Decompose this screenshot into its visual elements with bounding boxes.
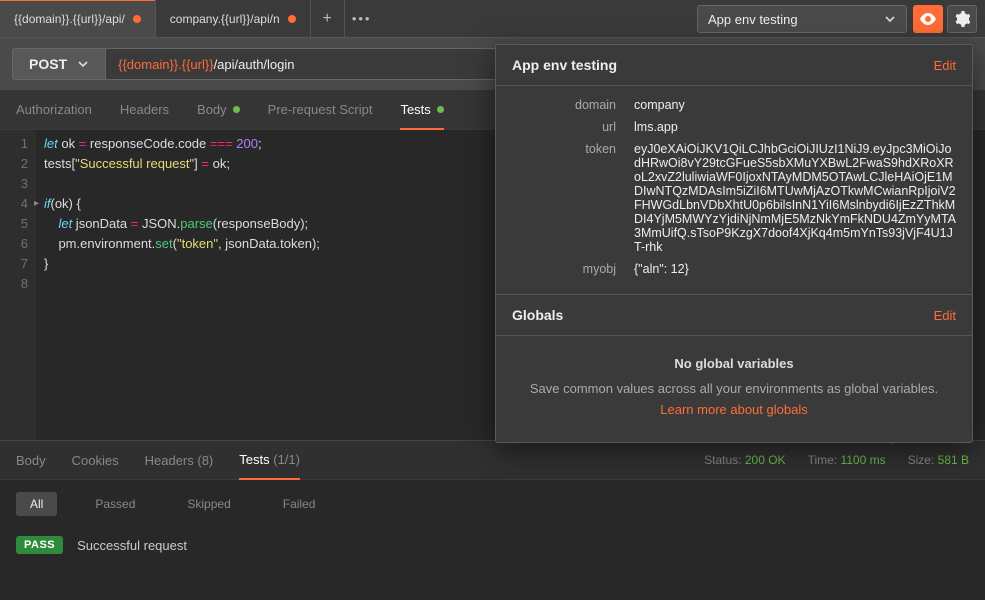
env-title: App env testing <box>512 57 617 73</box>
method-selector[interactable]: POST <box>12 48 105 80</box>
size-label: Size: <box>908 453 935 467</box>
environment-name: App env testing <box>708 12 798 27</box>
globals-section-header: Globals Edit <box>496 294 972 336</box>
url-path: /api/auth/login <box>214 57 295 72</box>
edit-globals-link[interactable]: Edit <box>934 308 956 323</box>
globals-empty-text: Save common values across all your envir… <box>530 381 938 396</box>
env-quicklook-panel: App env testing Edit domaincompany urllm… <box>495 44 973 443</box>
chevron-down-icon <box>884 13 896 25</box>
tab-headers[interactable]: Headers <box>120 91 169 128</box>
editor-content[interactable]: let ok = responseCode.code === 200; test… <box>36 130 320 440</box>
tab-title: {{domain}}.{{url}}/api/ <box>14 12 125 26</box>
unsaved-dot-icon <box>133 15 141 23</box>
status-value: 200 OK <box>745 453 786 467</box>
filter-passed[interactable]: Passed <box>81 492 149 516</box>
method-label: POST <box>29 56 67 72</box>
response-tab-headers[interactable]: Headers (8) <box>145 442 214 479</box>
pass-badge: PASS <box>16 536 63 554</box>
env-var-row: myobj{"aln": 12} <box>496 258 972 280</box>
time-value: 1100 ms <box>840 453 885 467</box>
size-value: 581 B <box>938 453 969 467</box>
response-tab-tests[interactable]: Tests (1/1) <box>239 441 300 480</box>
env-var-row: urllms.app <box>496 116 972 138</box>
request-tab-0[interactable]: {{domain}}.{{url}}/api/ <box>0 0 156 37</box>
test-result-row: PASS Successful request <box>0 528 985 562</box>
changed-dot-icon <box>437 106 444 113</box>
edit-env-link[interactable]: Edit <box>934 58 956 73</box>
tab-prerequest[interactable]: Pre-request Script <box>268 91 373 128</box>
tab-body[interactable]: Body <box>197 91 240 128</box>
gear-icon <box>954 11 970 27</box>
globals-title: Globals <box>512 307 563 323</box>
status-label: Status: <box>704 453 741 467</box>
chevron-down-icon <box>77 58 89 70</box>
new-tab-button[interactable]: + <box>311 0 345 37</box>
editor-gutter: 12345678 <box>0 130 36 440</box>
response-section-tabs: Body Cookies Headers (8) Tests (1/1) Sta… <box>0 440 985 480</box>
globals-empty-heading: No global variables <box>522 354 946 375</box>
env-var-row: domaincompany <box>496 94 972 116</box>
test-name: Successful request <box>77 538 187 553</box>
tab-authorization[interactable]: Authorization <box>16 91 92 128</box>
filter-all[interactable]: All <box>16 492 57 516</box>
tab-title: company.{{url}}/api/n <box>170 12 280 26</box>
env-variable-list: domaincompany urllms.app tokeneyJ0eXAiOi… <box>496 86 972 294</box>
response-tab-cookies[interactable]: Cookies <box>72 442 119 479</box>
fold-marker-icon[interactable]: ▸ <box>34 194 39 214</box>
filter-skipped[interactable]: Skipped <box>173 492 244 516</box>
globals-learn-more-link[interactable]: Learn more about globals <box>660 402 807 417</box>
changed-dot-icon <box>233 106 240 113</box>
eye-icon <box>919 13 937 25</box>
tab-strip: {{domain}}.{{url}}/api/ company.{{url}}/… <box>0 0 985 38</box>
time-label: Time: <box>808 453 838 467</box>
url-variable: {{domain}}.{{url}} <box>118 57 213 72</box>
request-tab-1[interactable]: company.{{url}}/api/n <box>156 0 311 37</box>
response-metrics: Status: 200 OK Time: 1100 ms Size: 581 B <box>704 453 969 467</box>
env-var-row: tokeneyJ0eXAiOiJKV1QiLCJhbGciOiJIUzI1NiJ… <box>496 138 972 258</box>
test-result-filters: All Passed Skipped Failed <box>0 480 985 528</box>
tab-overflow-button[interactable]: ••• <box>345 0 379 37</box>
settings-button[interactable] <box>947 5 977 33</box>
response-tab-body[interactable]: Body <box>16 442 46 479</box>
globals-empty-state: No global variables Save common values a… <box>496 336 972 442</box>
env-section-header: App env testing Edit <box>496 45 972 86</box>
tab-tests[interactable]: Tests <box>400 91 443 130</box>
filter-failed[interactable]: Failed <box>269 492 330 516</box>
environment-selector[interactable]: App env testing <box>697 5 907 33</box>
unsaved-dot-icon <box>288 15 296 23</box>
env-quicklook-button[interactable] <box>913 5 943 33</box>
